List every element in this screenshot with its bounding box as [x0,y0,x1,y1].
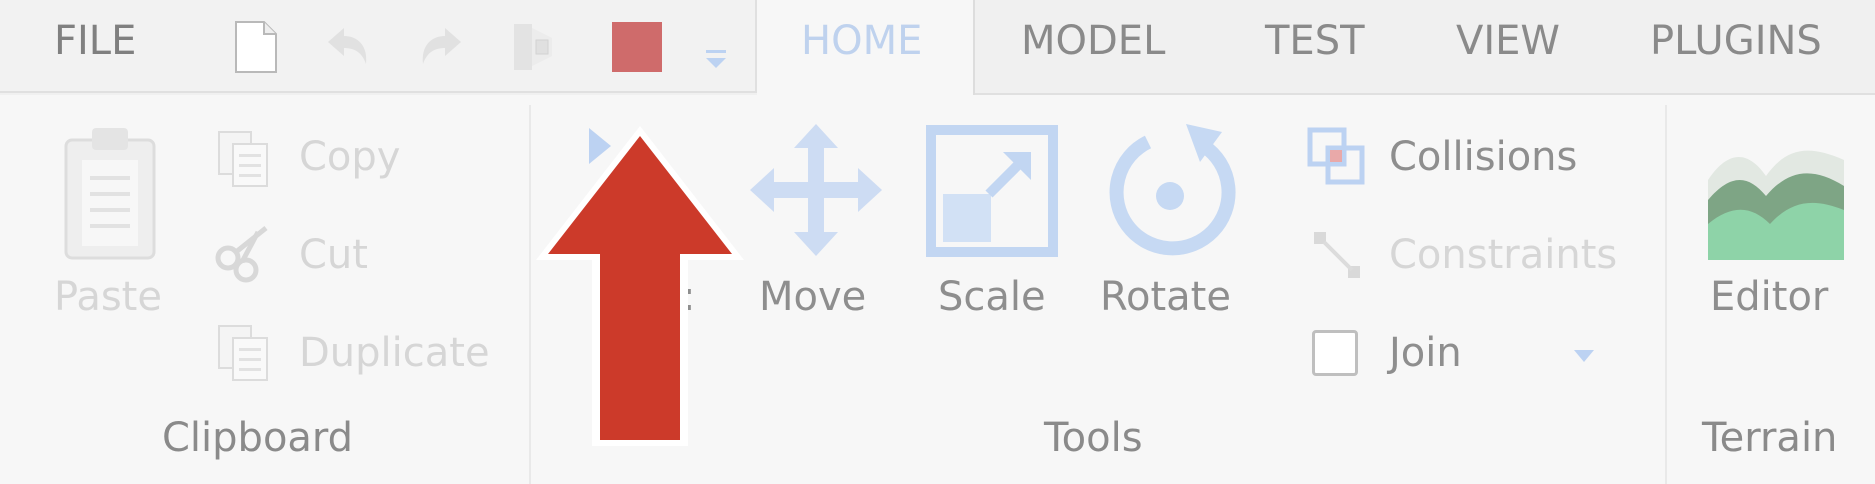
collisions-button[interactable]: Collisions [1389,134,1577,180]
copy-icon[interactable] [215,128,271,190]
tab-plugins[interactable]: PLUGINS [1650,18,1822,64]
rotate-button[interactable]: Rotate [1100,274,1231,320]
join-dropdown-chevron-icon[interactable] [1572,348,1596,364]
tools-group-label: Tools [1044,415,1143,461]
customize-chevron-icon[interactable] [700,18,734,76]
tab-home[interactable]: HOME [757,0,975,95]
rotate-icon[interactable] [1104,118,1242,258]
scale-icon[interactable] [925,124,1059,258]
collisions-icon[interactable] [1306,126,1368,188]
file-menu[interactable]: FILE [54,18,136,64]
undo-icon[interactable] [318,18,374,76]
move-button[interactable]: Move [759,274,866,320]
scissors-icon[interactable] [212,222,276,288]
scale-button[interactable]: Scale [938,274,1046,320]
new-file-icon[interactable] [228,18,284,76]
clipboard-group-label: Clipboard [162,415,354,461]
tab-test[interactable]: TEST [1265,18,1365,64]
terrain-editor-icon[interactable] [1708,140,1844,260]
join-checkbox[interactable] [1312,330,1358,376]
move-icon[interactable] [748,122,884,258]
duplicate-icon[interactable] [215,322,271,384]
terrain-group-label: Terrain [1702,415,1838,461]
terrain-editor-button[interactable]: Editor [1710,274,1828,320]
redo-icon[interactable] [415,18,471,76]
duplicate-button[interactable]: Duplicate [299,330,490,376]
tab-view[interactable]: VIEW [1456,18,1560,64]
import-export-icon[interactable] [508,18,564,76]
clipboard-icon[interactable] [60,122,160,262]
constraints-icon[interactable] [1310,228,1366,284]
annotation-arrow-icon [536,126,744,446]
tab-model[interactable]: MODEL [1021,18,1165,64]
constraints-button[interactable]: Constraints [1389,232,1617,278]
copy-button[interactable]: Copy [299,134,400,180]
paste-button[interactable]: Paste [54,274,162,320]
cut-button[interactable]: Cut [299,232,368,278]
stop-icon[interactable] [608,18,664,76]
join-label: Join [1389,330,1462,376]
top-bar: FILE HOME MODEL TEST VIEW PLUGINS [0,0,1875,95]
group-separator-2 [1665,105,1667,484]
tab-home-label: HOME [801,18,923,64]
quick-access-toolbar: FILE [0,0,757,93]
